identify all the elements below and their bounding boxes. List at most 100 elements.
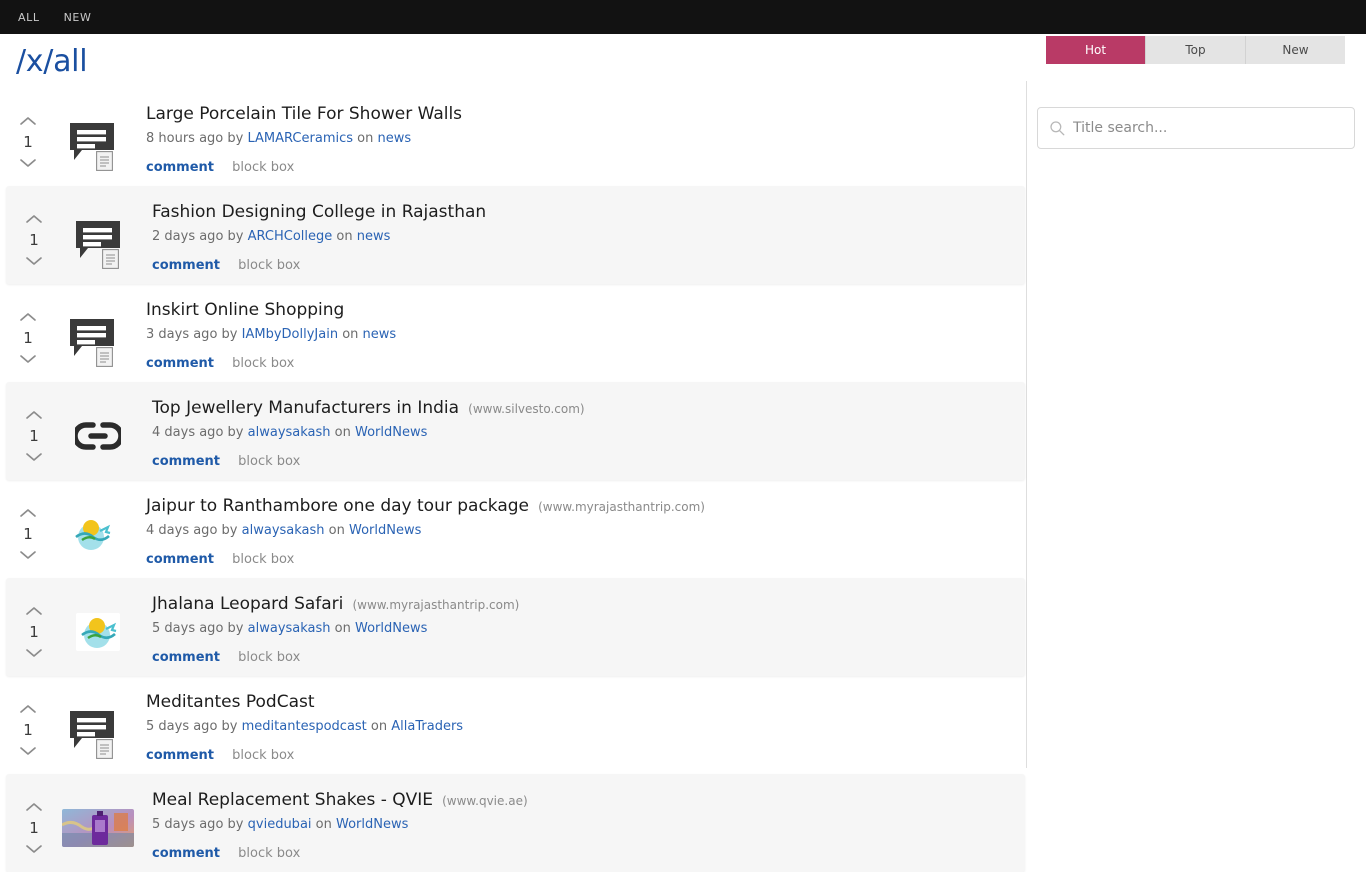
post-board-link[interactable]: WorldNews	[349, 523, 421, 538]
post-title-link[interactable]: Jhalana Leopard Safari	[152, 594, 343, 614]
downvote-arrow[interactable]	[24, 450, 44, 464]
upvote-arrow[interactable]	[24, 604, 44, 618]
upvote-arrow[interactable]	[18, 702, 38, 716]
tab-top[interactable]: Top	[1146, 36, 1246, 64]
comment-action[interactable]: comment	[152, 454, 220, 469]
post-list: 1 Large Porcelain Tile For Shower Walls	[0, 88, 1026, 872]
post-author-link[interactable]: IAMbyDollyJain	[242, 327, 338, 342]
search-input[interactable]	[1073, 120, 1344, 136]
post-board-link[interactable]: AllaTraders	[391, 719, 463, 734]
meta-by-label: by	[227, 131, 244, 146]
post-board-link[interactable]: news	[378, 131, 412, 146]
comment-action[interactable]: comment	[152, 846, 220, 861]
comment-action[interactable]: comment	[152, 650, 220, 665]
post-thumbnail[interactable]	[62, 212, 134, 269]
upvote-arrow[interactable]	[24, 800, 44, 814]
post-title-link[interactable]: Top Jewellery Manufacturers in India	[152, 398, 459, 418]
meta-on-label: on	[336, 229, 353, 244]
post-actions: comment block box	[146, 747, 1026, 764]
post-domain: (www.silvesto.com)	[468, 402, 585, 416]
block-box-action[interactable]: block box	[238, 454, 300, 469]
upvote-arrow[interactable]	[18, 310, 38, 324]
post-age: 4 days ago	[152, 425, 224, 440]
nav-item-new[interactable]: NEW	[54, 5, 102, 30]
post-domain: (www.myrajasthantrip.com)	[538, 500, 705, 514]
post-age: 4 days ago	[146, 523, 218, 538]
block-box-action[interactable]: block box	[232, 356, 294, 371]
post-board-link[interactable]: WorldNews	[336, 817, 408, 832]
post-row: 1 Meal Replacement Shakes - QVIE (www.qv…	[6, 774, 1025, 872]
post-actions: comment block box	[152, 649, 1025, 666]
comment-action[interactable]: comment	[146, 160, 214, 175]
thumbnail-image[interactable]	[70, 515, 114, 553]
downvote-arrow[interactable]	[24, 254, 44, 268]
post-board-link[interactable]: WorldNews	[355, 621, 427, 636]
block-box-action[interactable]: block box	[232, 748, 294, 763]
vote-controls: 1	[6, 588, 62, 660]
upvote-arrow[interactable]	[18, 114, 38, 128]
upvote-arrow[interactable]	[24, 408, 44, 422]
upvote-arrow[interactable]	[24, 212, 44, 226]
post-actions: comment block box	[152, 453, 1025, 470]
post-author-link[interactable]: ARCHCollege	[248, 229, 333, 244]
post-thumbnail[interactable]	[56, 114, 128, 171]
vote-controls: 1	[0, 98, 56, 170]
post-content: Jhalana Leopard Safari (www.myrajasthant…	[134, 588, 1025, 666]
post-thumbnail[interactable]	[62, 408, 134, 464]
thumbnail-image[interactable]	[62, 809, 134, 847]
document-badge-icon	[96, 347, 113, 367]
upvote-arrow[interactable]	[18, 506, 38, 520]
block-box-action[interactable]: block box	[238, 258, 300, 273]
comment-action[interactable]: comment	[146, 552, 214, 567]
thumbnail-image[interactable]	[76, 613, 120, 651]
block-box-action[interactable]: block box	[238, 650, 300, 665]
nav-item-all[interactable]: ALL	[8, 5, 50, 30]
post-title-link[interactable]: Meal Replacement Shakes - QVIE	[152, 790, 433, 810]
post-thumbnail[interactable]	[56, 506, 128, 562]
downvote-arrow[interactable]	[18, 548, 38, 562]
post-title-link[interactable]: Inskirt Online Shopping	[146, 300, 344, 320]
meta-on-label: on	[370, 719, 388, 734]
downvote-arrow[interactable]	[24, 646, 44, 660]
post-title-link[interactable]: Fashion Designing College in Rajasthan	[152, 202, 486, 222]
post-content: Fashion Designing College in Rajasthan 2…	[134, 196, 1025, 274]
post-thumbnail[interactable]	[56, 702, 128, 759]
block-box-action[interactable]: block box	[232, 552, 294, 567]
post-author-link[interactable]: alwaysakash	[242, 523, 325, 538]
post-board-link[interactable]: news	[363, 327, 397, 342]
meta-by-label: by	[227, 817, 244, 832]
post-title-link[interactable]: Jaipur to Ranthambore one day tour packa…	[146, 496, 529, 516]
post-thumbnail[interactable]	[62, 604, 134, 660]
downvote-arrow[interactable]	[18, 744, 38, 758]
post-author-link[interactable]: meditantespodcast	[242, 719, 367, 734]
downvote-arrow[interactable]	[18, 156, 38, 170]
post-author-link[interactable]: alwaysakash	[248, 425, 331, 440]
comment-action[interactable]: comment	[146, 748, 214, 763]
post-board-link[interactable]: WorldNews	[355, 425, 427, 440]
post-row: 1 Meditantes PodCast 5 days ago by medit…	[0, 676, 1026, 774]
search-box[interactable]	[1037, 107, 1355, 149]
vote-controls: 1	[0, 294, 56, 366]
post-title-link[interactable]: Large Porcelain Tile For Shower Walls	[146, 104, 462, 124]
post-content: Top Jewellery Manufacturers in India (ww…	[134, 392, 1025, 470]
post-author-link[interactable]: alwaysakash	[248, 621, 331, 636]
post-title-link[interactable]: Meditantes PodCast	[146, 692, 315, 712]
tab-new[interactable]: New	[1246, 36, 1345, 64]
tab-hot[interactable]: Hot	[1046, 36, 1146, 64]
comment-action[interactable]: comment	[146, 356, 214, 371]
comment-action[interactable]: comment	[152, 258, 220, 273]
meta-on-label: on	[334, 425, 351, 440]
post-thumbnail[interactable]	[56, 310, 128, 367]
block-box-action[interactable]: block box	[238, 846, 300, 861]
post-board-link[interactable]: news	[357, 229, 391, 244]
post-author-link[interactable]: qviedubai	[248, 817, 312, 832]
post-author-link[interactable]: LAMARCeramics	[248, 131, 354, 146]
post-actions: comment block box	[146, 551, 1026, 568]
top-navigation-bar: ALL NEW	[0, 0, 1366, 34]
downvote-arrow[interactable]	[24, 842, 44, 856]
block-box-action[interactable]: block box	[232, 160, 294, 175]
downvote-arrow[interactable]	[18, 352, 38, 366]
post-thumbnail[interactable]	[62, 800, 134, 856]
post-title-line: Meal Replacement Shakes - QVIE (www.qvie…	[152, 789, 1025, 812]
document-badge-icon	[96, 151, 113, 171]
